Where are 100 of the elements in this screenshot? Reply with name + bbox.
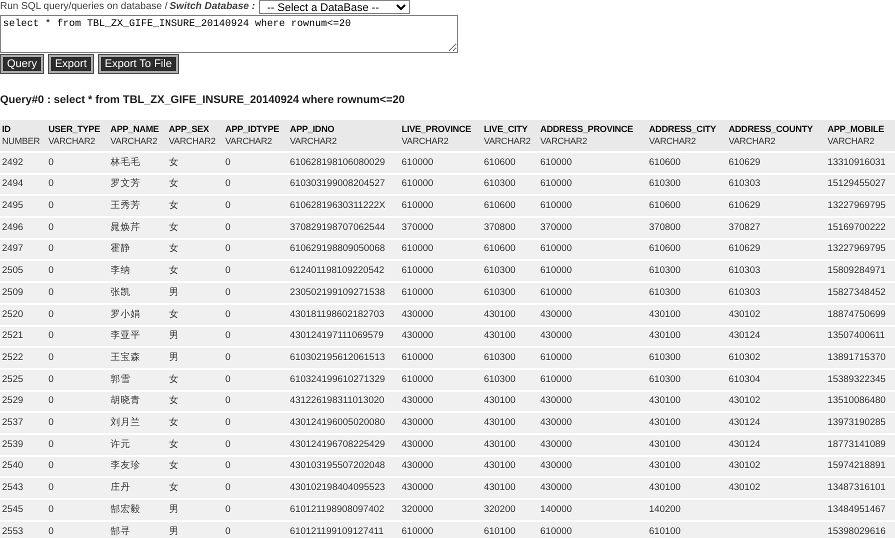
- table-cell: 610303: [728, 178, 760, 190]
- table-cell: 男: [168, 286, 179, 298]
- table-cell: 610300: [649, 265, 681, 276]
- table-cell: 610000: [540, 374, 572, 385]
- table-cell: 李纳: [110, 265, 130, 276]
- table-cell: 18773141089: [828, 438, 886, 450]
- table-cell: 610629: [728, 243, 760, 254]
- table-cell: 610000: [540, 178, 572, 190]
- table-cell: 610000: [540, 200, 572, 212]
- database-select[interactable]: -- Select a DataBase --: [259, 0, 410, 14]
- table-cell: 610600: [484, 200, 516, 212]
- table-cell: 郜寻: [110, 526, 130, 537]
- table-cell: 612401198109220542: [290, 265, 384, 276]
- table-cell: 女: [168, 438, 179, 450]
- table-cell: 0: [225, 265, 230, 276]
- table-cell: 2495: [2, 200, 24, 212]
- table-cell: 0: [225, 526, 230, 537]
- column-name: APP_NAME: [110, 123, 160, 135]
- column-name: LIVE_CITY: [484, 123, 529, 135]
- table-cell: 61062819630311222X: [290, 200, 386, 212]
- table-cell: 13484951467: [828, 504, 886, 515]
- table-cell: 0: [48, 352, 54, 363]
- table-cell: 610000: [540, 243, 572, 254]
- table-cell: 女: [168, 308, 179, 320]
- table-cell: 庄丹: [110, 482, 130, 494]
- table-cell: 230502199109271538: [290, 286, 386, 298]
- table-cell: 610300: [484, 265, 516, 276]
- table-cell: 0: [48, 156, 54, 168]
- table-cell: 610629: [728, 200, 760, 212]
- table-cell: 13487316101: [828, 482, 886, 494]
- table-cell: 430000: [540, 395, 572, 406]
- table-cell: 430000: [402, 308, 434, 320]
- table-cell: 610000: [540, 526, 572, 537]
- table-cell: 刘月兰: [110, 416, 140, 428]
- table-cell: 霍静: [110, 243, 130, 254]
- query-field[interactable]: select * from TBL_ZX_GIFE_INSURE_20140924 where rownum<=20: [0, 15, 458, 53]
- column-name: LIVE_PROVINCE: [402, 123, 472, 135]
- table-cell: 610000: [540, 352, 572, 363]
- table-cell: 2539: [2, 438, 24, 450]
- column-type: VARCHAR2: [484, 135, 532, 147]
- table-cell: 0: [48, 222, 54, 233]
- table-cell: 610600: [484, 243, 516, 254]
- table-cell: 370000: [540, 222, 572, 233]
- table-cell: 610000: [402, 286, 434, 298]
- table-cell: 2553: [2, 526, 24, 537]
- table-cell: 13227969795: [828, 200, 886, 212]
- column-type: VARCHAR2: [168, 135, 216, 147]
- table-cell: 610000: [402, 178, 434, 190]
- table-cell: 0: [48, 200, 54, 212]
- table-cell: 0: [225, 308, 230, 320]
- table-cell: 林毛毛: [110, 156, 140, 168]
- table-cell: 15389322345: [828, 374, 886, 385]
- table-cell: 610300: [484, 374, 516, 385]
- table-cell: 430100: [484, 416, 516, 428]
- table-cell: 610000: [402, 243, 434, 254]
- table-cell: 女: [168, 374, 179, 385]
- column-type: VARCHAR2: [290, 135, 338, 147]
- table-cell: 2505: [2, 265, 24, 276]
- table-cell: 430100: [649, 330, 681, 342]
- table-cell: 2494: [2, 178, 24, 190]
- table-cell: 610300: [484, 352, 516, 363]
- table-cell: 430100: [649, 308, 681, 320]
- table-cell: 0: [48, 265, 54, 276]
- table-cell: 610303: [728, 286, 760, 298]
- table-cell: 0: [48, 416, 54, 428]
- table-cell: 郜宏毅: [110, 504, 140, 515]
- table-cell: 13973190285: [828, 416, 886, 428]
- table-cell: 610100: [484, 526, 516, 537]
- table-cell: 430100: [484, 308, 516, 320]
- table-cell: 430102: [728, 395, 760, 406]
- table-cell: 610000: [402, 526, 434, 537]
- table-cell: 430000: [402, 395, 434, 406]
- header-label: Run SQL query/queries on database /: [0, 0, 168, 14]
- table-cell: 430124196005020080: [290, 416, 386, 428]
- table-cell: 李亚平: [110, 330, 140, 342]
- table-cell: 13507400611: [828, 330, 885, 342]
- table-cell: 370800: [649, 222, 681, 233]
- table-cell: 0: [225, 416, 230, 428]
- table-cell: 610100: [649, 526, 681, 537]
- table-cell: 0: [225, 352, 230, 363]
- column-name: APP_IDNO: [290, 123, 336, 135]
- table-cell: 430100: [484, 395, 516, 406]
- column-type: VARCHAR2: [225, 135, 273, 147]
- table-cell: 0: [48, 482, 54, 494]
- table-cell: 610000: [402, 200, 434, 212]
- table-cell: 郭雪: [110, 374, 130, 385]
- table-cell: 0: [48, 308, 54, 320]
- table-cell: 610300: [649, 352, 681, 363]
- toolbar-button[interactable]: Query: [1, 55, 43, 73]
- table-cell: 15169700222: [828, 222, 886, 233]
- toolbar-button[interactable]: Export To File: [98, 55, 178, 73]
- table-cell: 0: [48, 504, 54, 515]
- column-name: APP_SEX: [168, 123, 210, 135]
- table-cell: 610600: [649, 243, 681, 254]
- table-cell: 15827348452: [828, 286, 886, 298]
- table-cell: 610300: [484, 178, 516, 190]
- table-cell: 0: [225, 438, 230, 450]
- table-cell: 0: [225, 395, 230, 406]
- table-cell: 370800: [484, 222, 516, 233]
- toolbar-button[interactable]: Export: [48, 55, 93, 73]
